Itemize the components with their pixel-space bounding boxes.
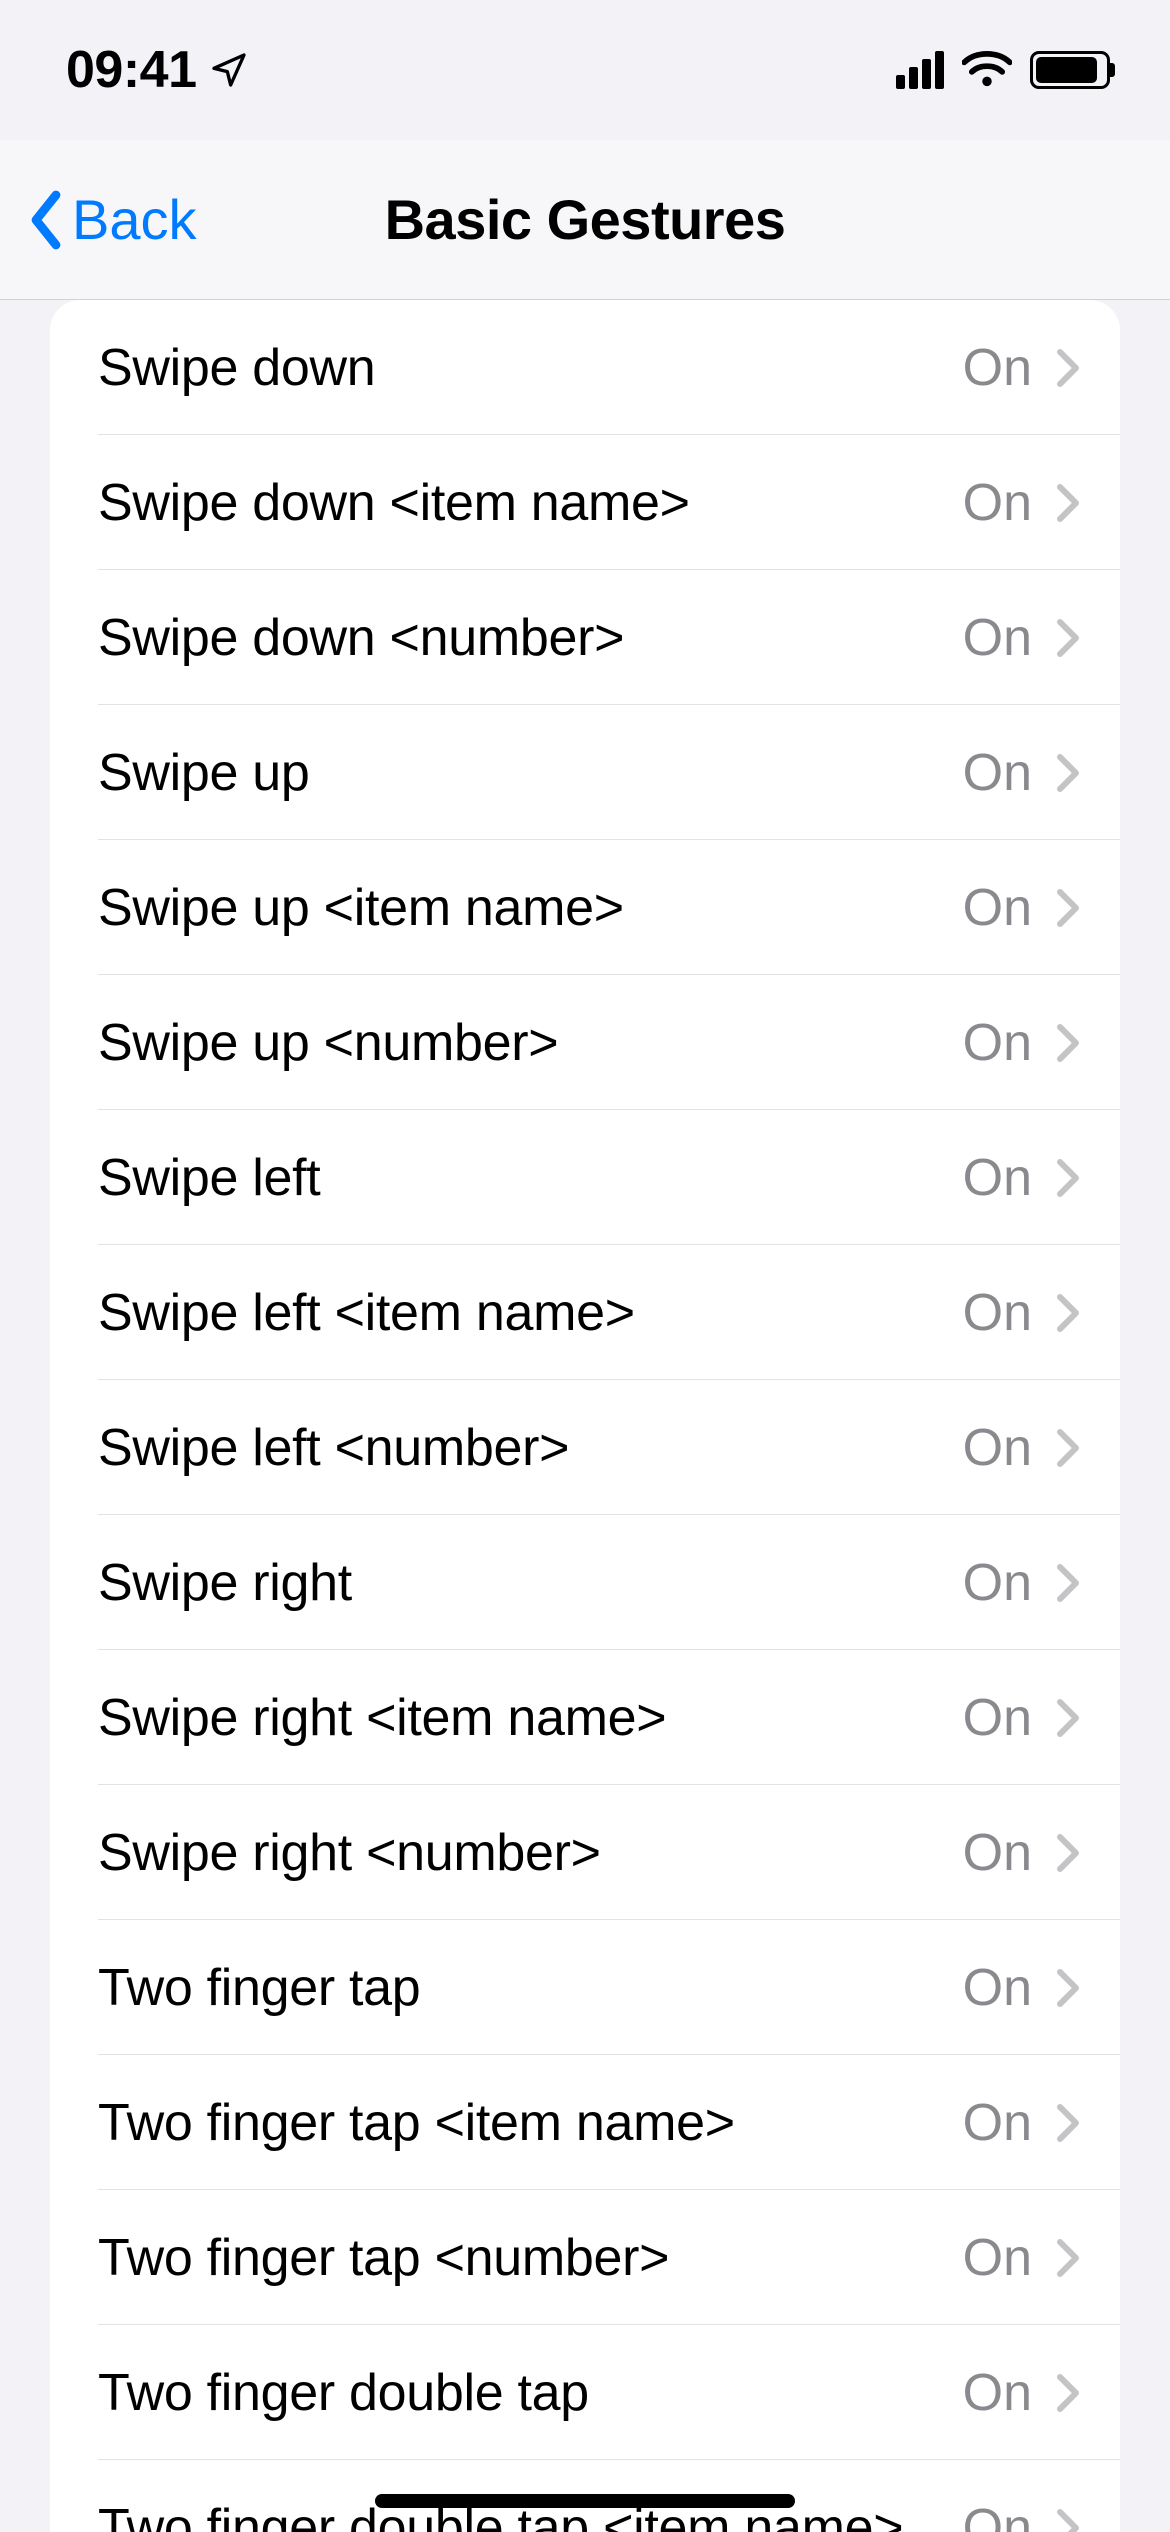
row-value: On bbox=[963, 1148, 1032, 1208]
row-label: Two finger double tap bbox=[98, 2363, 963, 2423]
row-label: Two finger tap <number> bbox=[98, 2228, 963, 2288]
row-value: On bbox=[963, 338, 1032, 398]
home-indicator[interactable] bbox=[375, 2494, 795, 2508]
status-time: 09:41 bbox=[66, 40, 197, 100]
location-icon bbox=[209, 50, 249, 90]
row-label: Swipe down <number> bbox=[98, 608, 963, 668]
settings-row[interactable]: Swipe left <number>On bbox=[50, 1380, 1120, 1515]
settings-group: Swipe downOnSwipe down <item name>OnSwip… bbox=[50, 300, 1120, 2532]
chevron-right-icon bbox=[1056, 1968, 1080, 2008]
row-value: On bbox=[963, 1013, 1032, 1073]
settings-row[interactable]: Two finger tap <number>On bbox=[50, 2190, 1120, 2325]
settings-row[interactable]: Swipe down <number>On bbox=[50, 570, 1120, 705]
chevron-right-icon bbox=[1056, 2373, 1080, 2413]
row-value: On bbox=[963, 1418, 1032, 1478]
row-value: On bbox=[963, 473, 1032, 533]
row-label: Two finger tap bbox=[98, 1958, 963, 2018]
row-label: Swipe right <number> bbox=[98, 1823, 963, 1883]
row-value: On bbox=[963, 2363, 1032, 2423]
row-label: Swipe right <item name> bbox=[98, 1688, 963, 1748]
chevron-right-icon bbox=[1056, 1833, 1080, 1873]
back-label: Back bbox=[72, 187, 197, 252]
chevron-right-icon bbox=[1056, 483, 1080, 523]
row-label: Swipe down bbox=[98, 338, 963, 398]
row-value: On bbox=[963, 2093, 1032, 2153]
settings-row[interactable]: Two finger tap <item name>On bbox=[50, 2055, 1120, 2190]
settings-row[interactable]: Swipe down <item name>On bbox=[50, 435, 1120, 570]
row-value: On bbox=[963, 1688, 1032, 1748]
settings-row[interactable]: Two finger tapOn bbox=[50, 1920, 1120, 2055]
settings-row[interactable]: Swipe rightOn bbox=[50, 1515, 1120, 1650]
settings-row[interactable]: Swipe downOn bbox=[50, 300, 1120, 435]
row-value: On bbox=[963, 1283, 1032, 1343]
settings-row[interactable]: Swipe left <item name>On bbox=[50, 1245, 1120, 1380]
row-value: On bbox=[963, 1823, 1032, 1883]
settings-row[interactable]: Two finger double tapOn bbox=[50, 2325, 1120, 2460]
chevron-right-icon bbox=[1056, 1023, 1080, 1063]
row-label: Two finger tap <item name> bbox=[98, 2093, 963, 2153]
chevron-left-icon bbox=[26, 190, 66, 250]
row-value: On bbox=[963, 2498, 1032, 2532]
settings-row[interactable]: Swipe up <number>On bbox=[50, 975, 1120, 1110]
row-label: Swipe up <number> bbox=[98, 1013, 963, 1073]
chevron-right-icon bbox=[1056, 2508, 1080, 2532]
chevron-right-icon bbox=[1056, 1698, 1080, 1738]
cellular-icon bbox=[896, 51, 944, 89]
chevron-right-icon bbox=[1056, 753, 1080, 793]
row-label: Swipe left <item name> bbox=[98, 1283, 963, 1343]
status-right bbox=[896, 51, 1110, 89]
settings-row[interactable]: Swipe up <item name>On bbox=[50, 840, 1120, 975]
row-label: Swipe left <number> bbox=[98, 1418, 963, 1478]
settings-row[interactable]: Swipe right <number>On bbox=[50, 1785, 1120, 1920]
chevron-right-icon bbox=[1056, 2238, 1080, 2278]
nav-header: Back Basic Gestures bbox=[0, 140, 1170, 300]
settings-row[interactable]: Swipe upOn bbox=[50, 705, 1120, 840]
page-title: Basic Gestures bbox=[385, 187, 786, 252]
row-value: On bbox=[963, 608, 1032, 668]
status-bar: 09:41 bbox=[0, 0, 1170, 140]
chevron-right-icon bbox=[1056, 2103, 1080, 2143]
status-left: 09:41 bbox=[66, 40, 249, 100]
chevron-right-icon bbox=[1056, 1428, 1080, 1468]
chevron-right-icon bbox=[1056, 1158, 1080, 1198]
chevron-right-icon bbox=[1056, 1563, 1080, 1603]
settings-row[interactable]: Swipe leftOn bbox=[50, 1110, 1120, 1245]
chevron-right-icon bbox=[1056, 888, 1080, 928]
settings-row[interactable]: Swipe right <item name>On bbox=[50, 1650, 1120, 1785]
back-button[interactable]: Back bbox=[26, 140, 197, 299]
row-value: On bbox=[963, 1958, 1032, 2018]
chevron-right-icon bbox=[1056, 618, 1080, 658]
row-value: On bbox=[963, 1553, 1032, 1613]
battery-icon bbox=[1030, 51, 1110, 89]
row-label: Swipe down <item name> bbox=[98, 473, 963, 533]
chevron-right-icon bbox=[1056, 1293, 1080, 1333]
row-value: On bbox=[963, 743, 1032, 803]
row-label: Swipe up bbox=[98, 743, 963, 803]
row-label: Swipe left bbox=[98, 1148, 963, 1208]
row-value: On bbox=[963, 878, 1032, 938]
content-scroll[interactable]: Swipe downOnSwipe down <item name>OnSwip… bbox=[0, 300, 1170, 2532]
chevron-right-icon bbox=[1056, 348, 1080, 388]
row-label: Swipe up <item name> bbox=[98, 878, 963, 938]
wifi-icon bbox=[962, 51, 1012, 89]
row-value: On bbox=[963, 2228, 1032, 2288]
row-label: Swipe right bbox=[98, 1553, 963, 1613]
